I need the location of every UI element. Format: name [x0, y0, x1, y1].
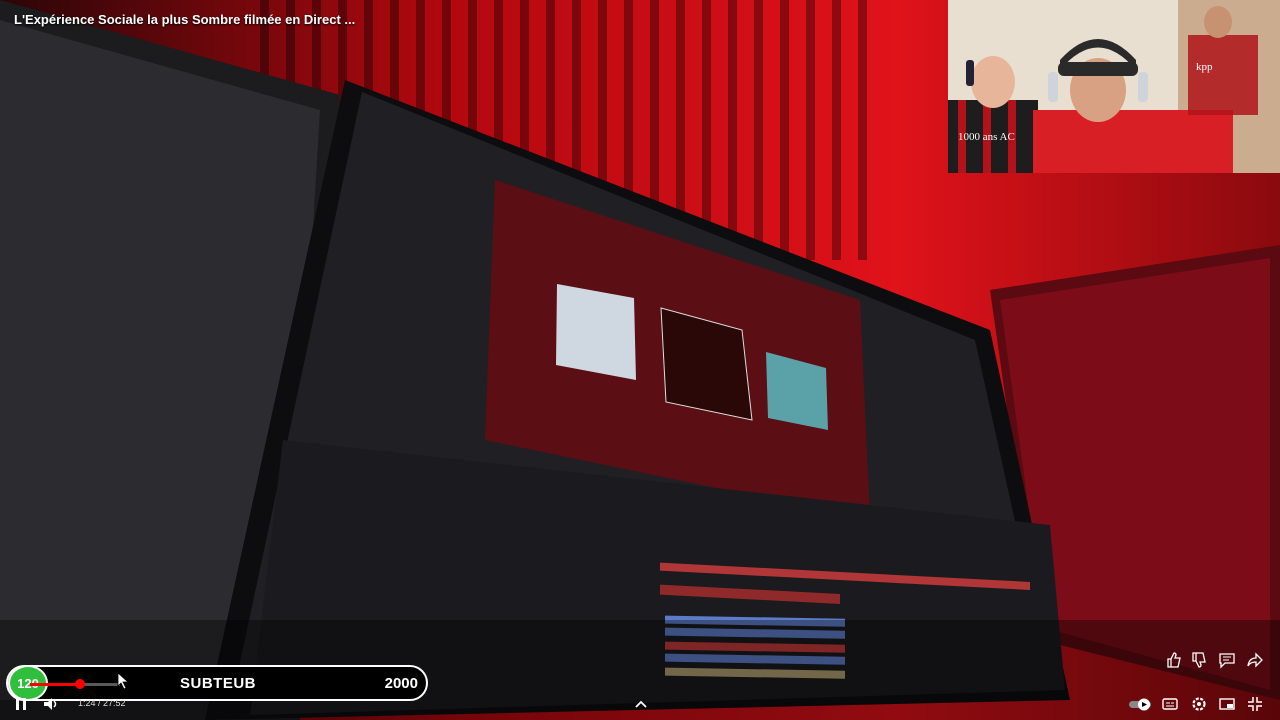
volume-icon[interactable]: [42, 695, 60, 713]
subtitles-icon[interactable]: [1161, 695, 1179, 713]
time-display: 1:24 / 27:52: [78, 698, 126, 708]
progress-bar[interactable]: [30, 679, 120, 689]
sub-goal-label: SUBTEUB: [180, 675, 257, 692]
webcam-image: [948, 0, 1280, 173]
chevron-up-icon[interactable]: [632, 696, 650, 714]
jersey-text: 1000 ans AC: [958, 131, 1015, 143]
thumbs-down-icon[interactable]: [1190, 651, 1208, 669]
thumbs-up-icon[interactable]: [1165, 651, 1183, 669]
mural-text: kpp: [1196, 61, 1213, 73]
exit-fullscreen-icon[interactable]: [1246, 695, 1264, 713]
progress-fill: [30, 683, 80, 686]
sub-goal-target: 2000: [384, 675, 418, 692]
miniplayer-icon[interactable]: [1218, 695, 1236, 713]
gear-icon[interactable]: [1190, 695, 1208, 713]
autoplay-toggle-icon[interactable]: [1128, 695, 1154, 713]
video-title[interactable]: L'Expérience Sociale la plus Sombre film…: [14, 12, 355, 27]
scrubber-handle[interactable]: [75, 679, 85, 689]
comment-icon[interactable]: [1218, 651, 1236, 669]
share-icon[interactable]: [1246, 651, 1264, 669]
pause-icon[interactable]: [12, 695, 30, 713]
webcam-overlay: 1000 ans AC kpp: [948, 0, 1280, 173]
cursor-icon: [117, 672, 130, 690]
